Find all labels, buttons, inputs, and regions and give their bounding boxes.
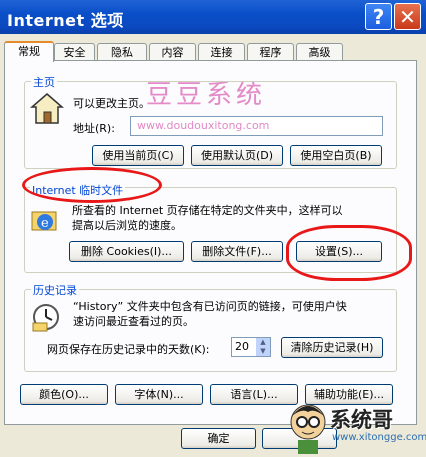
svg-text:e: e <box>41 216 49 231</box>
title-bar: Internet 选项 ? ✕ <box>0 0 426 34</box>
home-desc: 可以更改主页。 <box>73 97 150 110</box>
tab-security[interactable]: 安全 <box>54 43 95 61</box>
colors-button[interactable]: 颜色(O)... <box>20 384 108 405</box>
tab-connections[interactable]: 连接 <box>198 43 245 61</box>
address-input[interactable]: www.doudouxitong.com <box>130 116 383 136</box>
history-desc-line1: “History” 文件夹中包含有已访问页的链接，可使用户快 <box>73 300 347 313</box>
history-desc-line2: 速访问最近查看过的页。 <box>73 315 194 328</box>
history-clock-icon <box>32 304 59 332</box>
use-default-button[interactable]: 使用默认页(D) <box>191 145 283 166</box>
use-blank-button[interactable]: 使用空白页(B) <box>290 145 382 166</box>
address-label: 地址(R): <box>73 122 115 135</box>
days-value: 20 <box>235 340 249 353</box>
spin-up-icon[interactable]: ▲ <box>256 338 270 347</box>
house-icon <box>30 93 64 124</box>
ie-folder-icon: e <box>31 211 57 231</box>
fonts-button[interactable]: 字体(N)... <box>115 384 203 405</box>
days-spin-buttons[interactable]: ▲ ▼ <box>256 338 270 356</box>
delete-files-button[interactable]: 删除文件(F)... <box>191 241 283 262</box>
delete-cookies-button[interactable]: 删除 Cookies(I)... <box>69 241 184 262</box>
home-group-label: 主页 <box>31 74 57 90</box>
clear-history-button[interactable]: 清除历史记录(H) <box>281 337 383 358</box>
spin-down-icon[interactable]: ▼ <box>256 347 270 356</box>
ok-button[interactable]: 确定 <box>181 428 256 449</box>
days-label: 网页保存在历史记录中的天数(K): <box>47 343 210 356</box>
tab-advanced[interactable]: 高级 <box>296 43 343 61</box>
tab-content[interactable]: 内容 <box>149 43 196 61</box>
mascot-icon <box>290 404 326 454</box>
red-circle-annotation <box>22 167 162 203</box>
temp-desc-line2: 提高以后浏览的速度。 <box>72 219 182 232</box>
history-group-label: 历史记录 <box>31 282 79 298</box>
use-current-button[interactable]: 使用当前页(C) <box>92 145 184 166</box>
logo-name: 系统哥 <box>330 408 393 432</box>
tab-general[interactable]: 常规 <box>4 41 54 62</box>
window-title: Internet 选项 <box>7 11 124 30</box>
logo-url: www.xitongge.com <box>332 432 426 443</box>
tab-privacy[interactable]: 隐私 <box>97 43 147 61</box>
close-button[interactable]: ✕ <box>394 3 421 30</box>
tab-programs[interactable]: 程序 <box>247 43 294 61</box>
help-button[interactable]: ? <box>365 3 392 30</box>
temp-desc-line1: 所查看的 Internet 页存储在特定的文件夹中，这样可以 <box>72 204 343 217</box>
red-circle-annotation <box>286 225 412 281</box>
